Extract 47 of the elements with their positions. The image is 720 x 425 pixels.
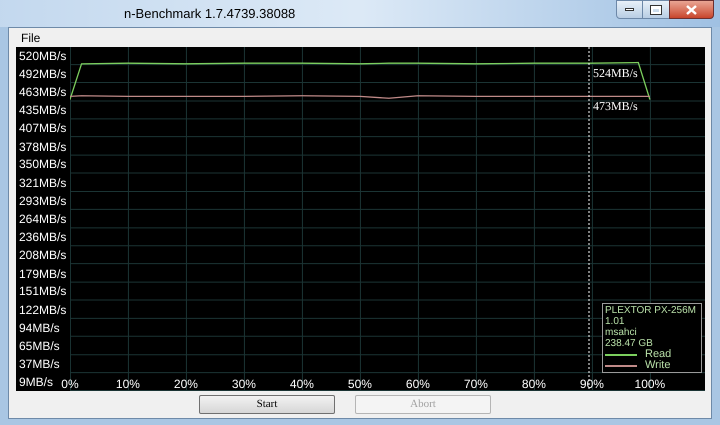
- x-axis-label: 70%: [464, 378, 488, 390]
- y-axis-label: 321MB/s: [19, 176, 66, 189]
- start-button[interactable]: Start: [199, 395, 335, 414]
- y-axis-label: 122MB/s: [19, 304, 66, 316]
- y-axis-label: 9MB/s: [19, 376, 54, 388]
- y-axis-label: 520MB/s: [19, 50, 66, 62]
- x-axis-label: 90%: [580, 378, 604, 390]
- y-axis-label: 37MB/s: [19, 358, 60, 370]
- minimize-icon: [625, 8, 634, 11]
- drive-info: 1.01: [605, 316, 626, 327]
- y-axis-label: 378MB/s: [19, 140, 66, 153]
- y-axis-label: 65MB/s: [19, 340, 60, 352]
- minimize-button[interactable]: [616, 0, 643, 19]
- y-axis-label: 94MB/s: [19, 322, 60, 334]
- y-axis-label: 407MB/s: [19, 122, 66, 134]
- y-axis-label: 463MB/s: [19, 86, 66, 98]
- y-axis-label: 179MB/s: [19, 268, 66, 280]
- window-title: n-Benchmark 1.7.4739.38088: [124, 4, 296, 23]
- speed-reading: 473MB/s: [593, 100, 638, 112]
- legend-label: Write: [645, 360, 670, 371]
- drive-info: PLEXTOR PX-256M: [605, 305, 697, 316]
- y-axis-label: 264MB/s: [19, 213, 66, 226]
- y-axis-label: 350MB/s: [19, 158, 66, 170]
- close-button[interactable]: [669, 0, 714, 19]
- close-icon: [686, 4, 697, 14]
- y-axis-label: 435MB/s: [19, 104, 66, 116]
- legend-label: Read: [645, 349, 672, 360]
- maximize-button[interactable]: [643, 0, 669, 19]
- x-axis-label: 10%: [116, 378, 140, 390]
- x-axis-label: 50%: [348, 378, 372, 390]
- x-axis-label: 20%: [174, 378, 198, 390]
- x-axis-label: 60%: [406, 378, 430, 390]
- menu-item[interactable]: File: [21, 28, 40, 46]
- x-axis-label: 100%: [634, 378, 666, 390]
- maximize-icon: [651, 6, 661, 14]
- x-axis-label: 40%: [290, 378, 314, 390]
- drive-info: msahci: [605, 327, 638, 338]
- y-axis-label: 208MB/s: [19, 249, 66, 262]
- y-axis-label: 492MB/s: [19, 68, 66, 80]
- x-axis-label: 80%: [522, 378, 546, 390]
- x-axis-label: 0%: [61, 378, 79, 390]
- x-axis-label: 30%: [232, 378, 256, 390]
- y-axis-label: 293MB/s: [19, 194, 66, 207]
- drive-info: 238.47 GB: [605, 338, 654, 349]
- y-axis-label: 151MB/s: [19, 285, 66, 298]
- y-axis-label: 236MB/s: [19, 231, 66, 244]
- speed-reading: 524MB/s: [593, 67, 638, 80]
